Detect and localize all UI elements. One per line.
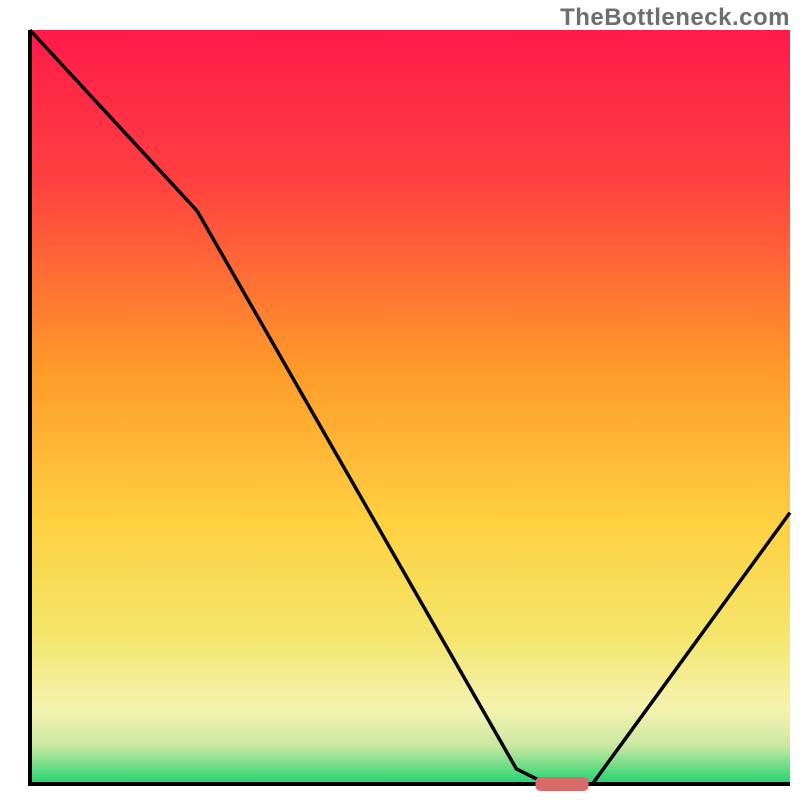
bottleneck-chart: TheBottleneck.com [0,0,800,800]
optimal-marker [535,777,588,791]
watermark-text: TheBottleneck.com [560,4,790,32]
chart-svg [0,0,800,800]
